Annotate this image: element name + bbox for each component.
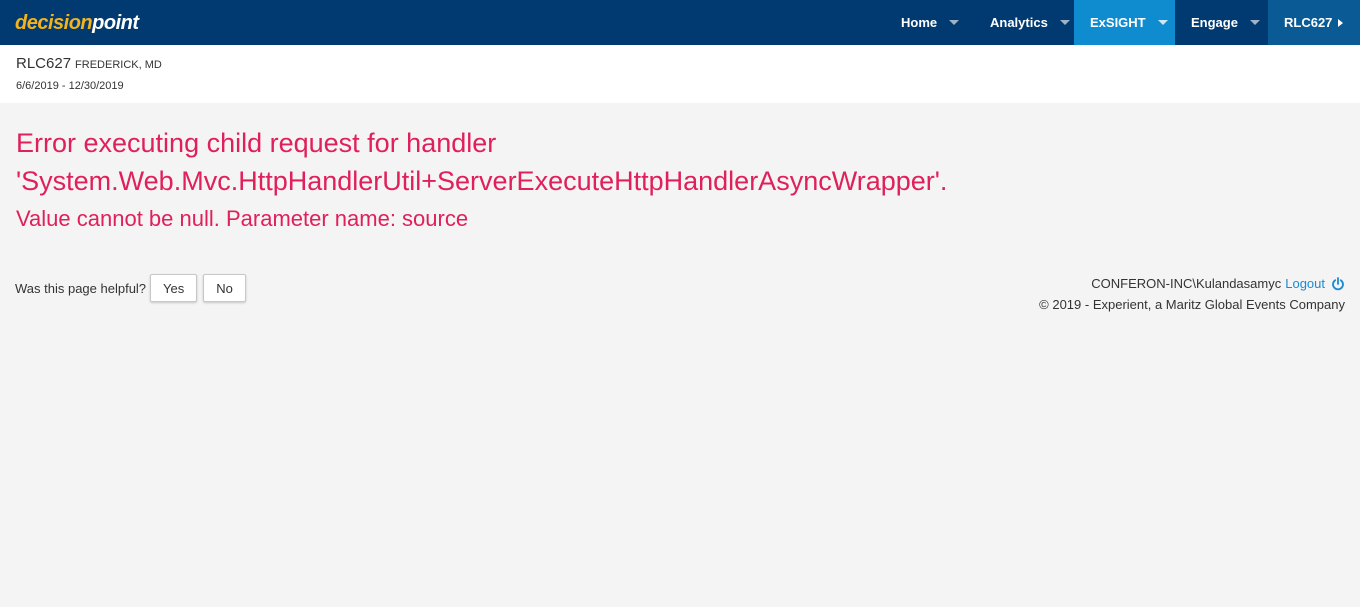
nav-analytics[interactable]: Analytics bbox=[974, 0, 1074, 45]
nav-home-label: Home bbox=[901, 15, 938, 30]
property-title: RLC627 FREDERICK, MD bbox=[16, 55, 162, 72]
property-header: RLC627 FREDERICK, MD 6/6/2019 - 12/30/201… bbox=[0, 45, 1360, 103]
power-icon[interactable] bbox=[1331, 276, 1345, 291]
logout-link[interactable]: Logout bbox=[1285, 276, 1325, 291]
chevron-down-icon bbox=[949, 20, 960, 25]
error-title: Error executing child request for handle… bbox=[16, 128, 948, 196]
error-detail: Value cannot be null. Parameter name: so… bbox=[16, 206, 469, 231]
username: CONFERON-INC\Kulandasamyc bbox=[1091, 276, 1282, 291]
feedback-prompt: Was this page helpful? Yes No bbox=[15, 274, 246, 302]
chevron-down-icon bbox=[1249, 20, 1260, 25]
yes-button[interactable]: Yes bbox=[150, 274, 198, 302]
chevron-down-icon bbox=[1157, 20, 1168, 25]
nav-engage-label: Engage bbox=[1191, 15, 1238, 30]
footer-copyright: © 2019 - Experient, a Maritz Global Even… bbox=[1039, 297, 1345, 312]
property-code: RLC627 bbox=[16, 55, 72, 72]
feedback-question: Was this page helpful? bbox=[15, 280, 147, 296]
nav-account-label: RLC627 bbox=[1284, 15, 1333, 30]
decisionpoint-logo[interactable]: decisionpoint bbox=[15, 11, 139, 35]
footer-user-info: CONFERON-INC\Kulandasamyc Logout bbox=[1091, 276, 1345, 291]
property-location: FREDERICK, MD bbox=[75, 59, 162, 71]
nav-exsight[interactable]: ExSIGHT bbox=[1074, 0, 1175, 45]
chevron-right-icon bbox=[1338, 18, 1344, 27]
no-button[interactable]: No bbox=[203, 274, 246, 302]
logo-part-point: point bbox=[92, 12, 139, 34]
nav-analytics-label: Analytics bbox=[990, 15, 1048, 30]
nav-account[interactable]: RLC627 bbox=[1268, 0, 1360, 45]
chevron-down-icon bbox=[1059, 20, 1070, 25]
nav-home[interactable]: Home bbox=[885, 0, 974, 45]
top-navbar: decisionpoint Home Analytics ExSIGHT Eng… bbox=[0, 0, 1360, 45]
property-dates: 6/6/2019 - 12/30/2019 bbox=[16, 80, 124, 92]
nav-engage[interactable]: Engage bbox=[1175, 0, 1268, 45]
logo-part-decision: decision bbox=[15, 12, 93, 34]
nav-exsight-label: ExSIGHT bbox=[1090, 15, 1146, 30]
